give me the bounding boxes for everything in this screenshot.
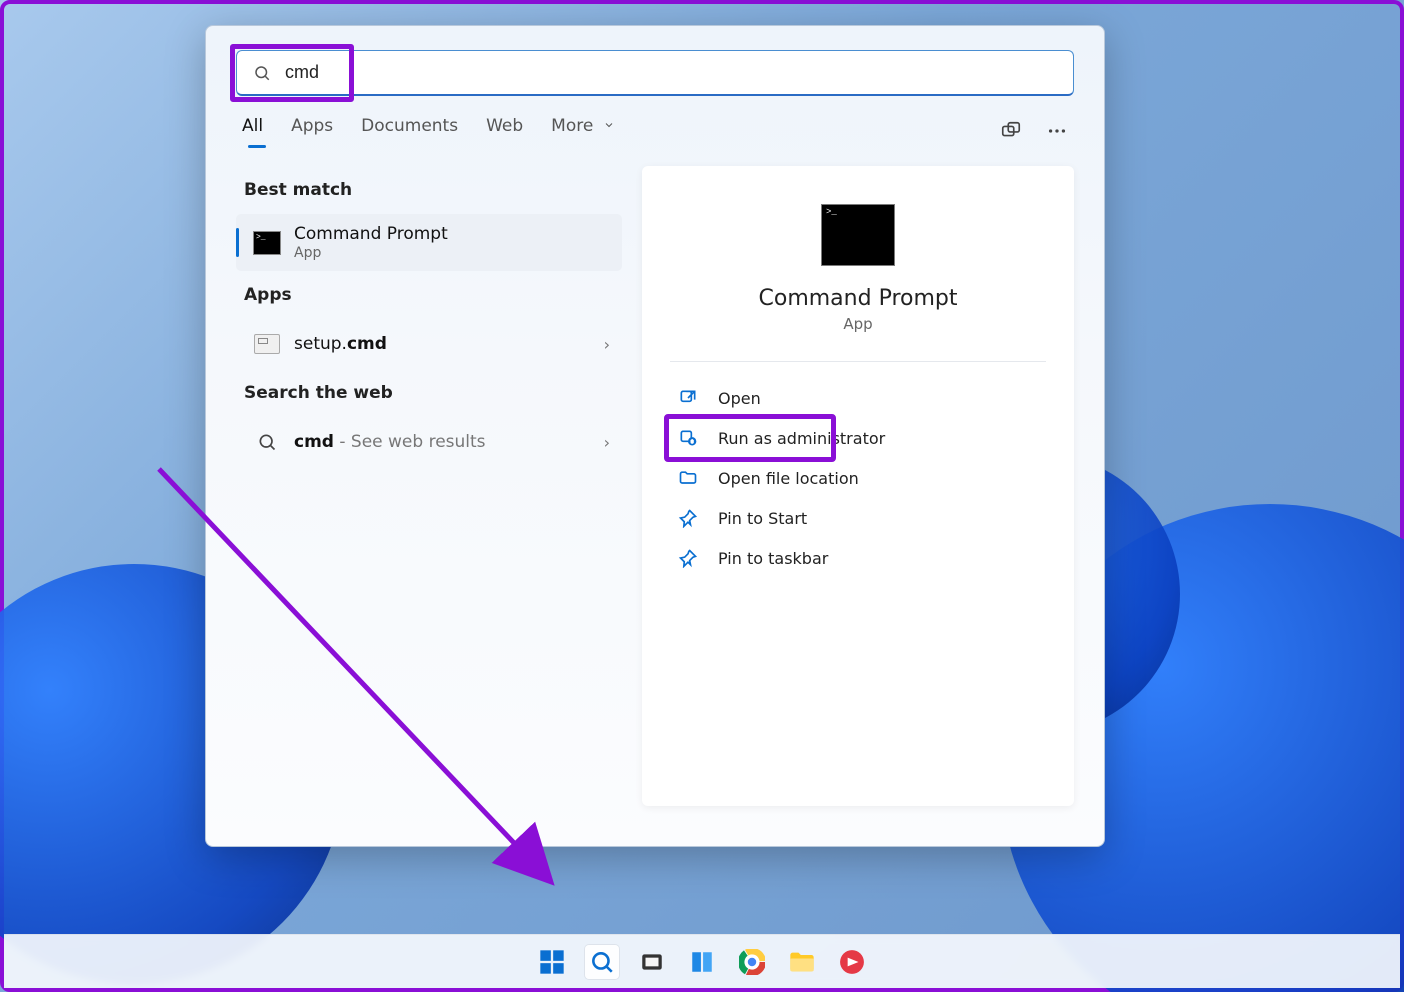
preview-column: Command Prompt App Open Run as administr… [642, 166, 1074, 826]
taskbar-search-button[interactable] [585, 945, 619, 979]
pin-icon [678, 548, 698, 568]
media-app-icon [839, 949, 865, 975]
search-icon [589, 949, 615, 975]
search-flyout: All Apps Documents Web More Best match C… [205, 25, 1105, 847]
open-icon [678, 388, 698, 408]
result-subtitle: App [294, 245, 448, 261]
cmd-icon [252, 228, 282, 258]
file-icon [252, 329, 282, 359]
preview-title: Command Prompt [670, 286, 1046, 311]
result-title: Command Prompt [294, 224, 448, 245]
more-options-icon[interactable] [1046, 120, 1068, 142]
filter-more[interactable]: More [551, 116, 615, 146]
result-title: setup.cmd [294, 334, 387, 355]
filter-all[interactable]: All [242, 116, 263, 146]
result-web-search[interactable]: cmd - See web results › [236, 417, 622, 467]
windows-logo-icon [538, 948, 566, 976]
shield-icon [678, 428, 698, 448]
chevron-right-icon: › [604, 433, 610, 452]
search-input[interactable] [285, 62, 1057, 83]
taskbar-chrome-button[interactable] [735, 945, 769, 979]
folder-icon [788, 950, 816, 974]
chrome-icon [739, 949, 765, 975]
chat-icon[interactable] [1000, 120, 1022, 142]
filter-apps[interactable]: Apps [291, 116, 333, 146]
filter-row: All Apps Documents Web More [236, 114, 1074, 146]
task-view-icon [639, 949, 665, 975]
chevron-right-icon: › [604, 335, 610, 354]
folder-icon [678, 468, 698, 488]
chevron-down-icon [603, 116, 615, 136]
action-pin-to-start[interactable]: Pin to Start [670, 498, 1046, 538]
taskbar-start-button[interactable] [535, 945, 569, 979]
results-column: Best match Command Prompt App Apps setup… [236, 166, 622, 826]
action-pin-to-taskbar[interactable]: Pin to taskbar [670, 538, 1046, 578]
preview-subtitle: App [670, 315, 1046, 333]
section-apps: Apps [236, 271, 622, 319]
pin-icon [678, 508, 698, 528]
search-glyph-icon [252, 427, 282, 457]
preview-thumbnail-cmd-icon [821, 204, 895, 266]
preview-card: Command Prompt App Open Run as administr… [642, 166, 1074, 806]
action-open-file-location[interactable]: Open file location [670, 458, 1046, 498]
action-open[interactable]: Open [670, 378, 1046, 418]
action-run-as-administrator[interactable]: Run as administrator [670, 418, 1046, 458]
widgets-icon [689, 949, 715, 975]
taskbar-widgets-button[interactable] [685, 945, 719, 979]
result-title: cmd - See web results [294, 432, 486, 453]
taskbar [4, 934, 1400, 988]
section-best-match: Best match [236, 166, 622, 214]
taskbar-task-view-button[interactable] [635, 945, 669, 979]
search-box-container [236, 50, 1074, 96]
section-search-web: Search the web [236, 369, 622, 417]
divider [670, 361, 1046, 362]
result-best-match[interactable]: Command Prompt App [236, 214, 622, 271]
search-icon [253, 64, 271, 82]
taskbar-app-button[interactable] [835, 945, 869, 979]
taskbar-explorer-button[interactable] [785, 945, 819, 979]
result-app-setup-cmd[interactable]: setup.cmd › [236, 319, 622, 369]
filter-documents[interactable]: Documents [361, 116, 458, 146]
filter-web[interactable]: Web [486, 116, 523, 146]
search-box[interactable] [236, 50, 1074, 96]
